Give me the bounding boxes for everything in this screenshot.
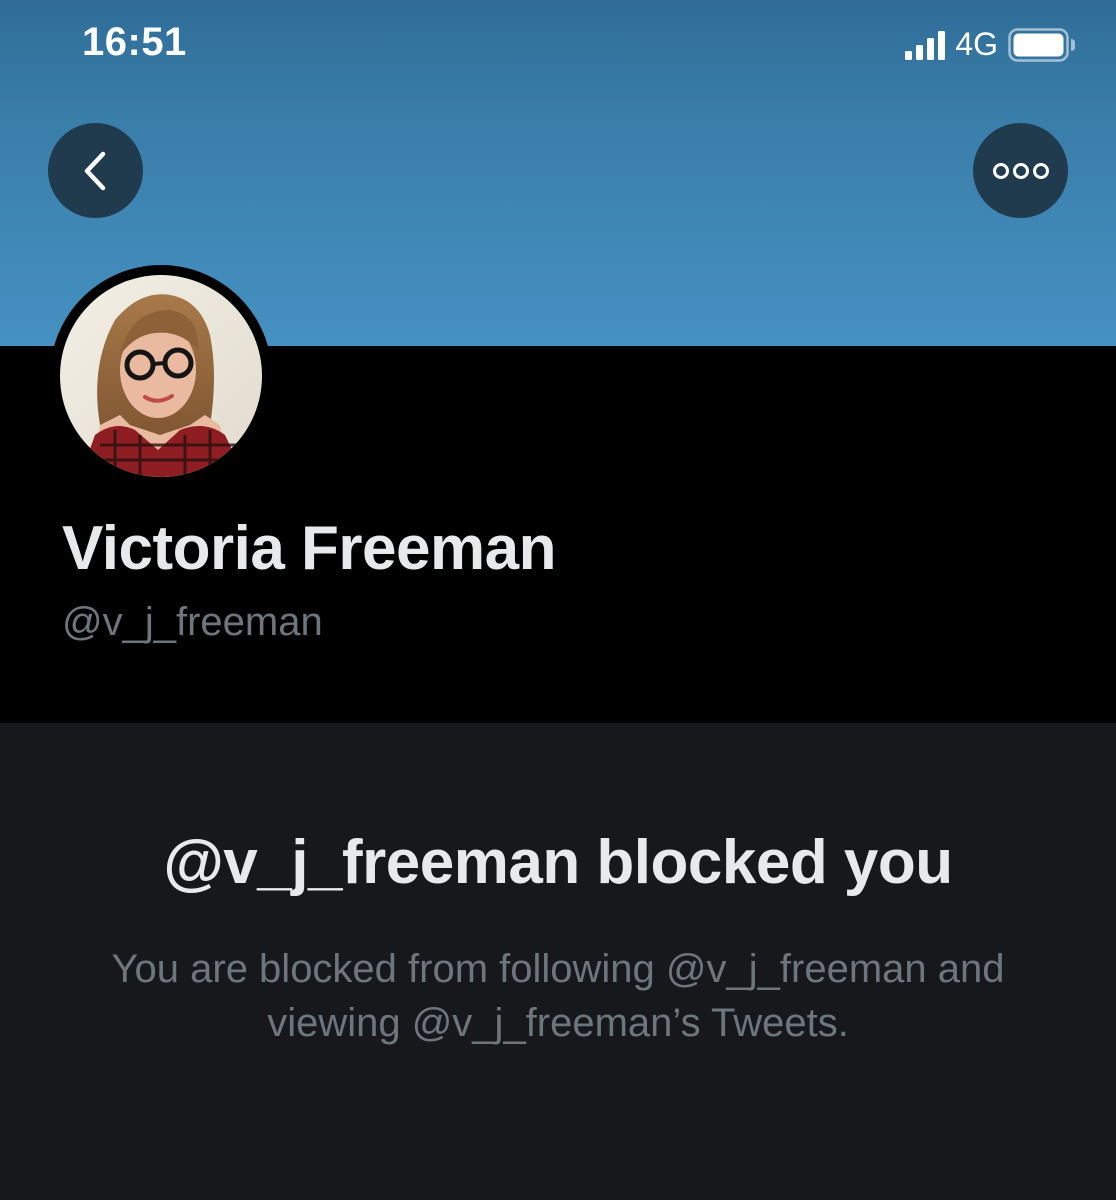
chevron-left-icon <box>84 151 105 190</box>
blocked-description: You are blocked from following @v_j_free… <box>111 947 1005 1045</box>
profile-photo <box>60 275 262 477</box>
username-handle: @v_j_freeman <box>62 600 323 644</box>
back-button[interactable] <box>48 123 143 218</box>
avatar[interactable] <box>60 275 262 477</box>
more-options-button[interactable] <box>973 123 1068 218</box>
status-bar: 16:51 4G <box>0 0 1116 90</box>
blocked-title: @v_j_freeman blocked you <box>163 828 953 897</box>
signal-bars-icon <box>905 30 946 60</box>
network-type: 4G <box>955 26 998 62</box>
more-horizontal-icon <box>992 162 1049 179</box>
display-name: Victoria Freeman <box>62 514 556 583</box>
status-indicators: 4G <box>905 26 1076 63</box>
battery-icon <box>1008 27 1076 62</box>
status-time: 16:51 <box>82 20 187 64</box>
